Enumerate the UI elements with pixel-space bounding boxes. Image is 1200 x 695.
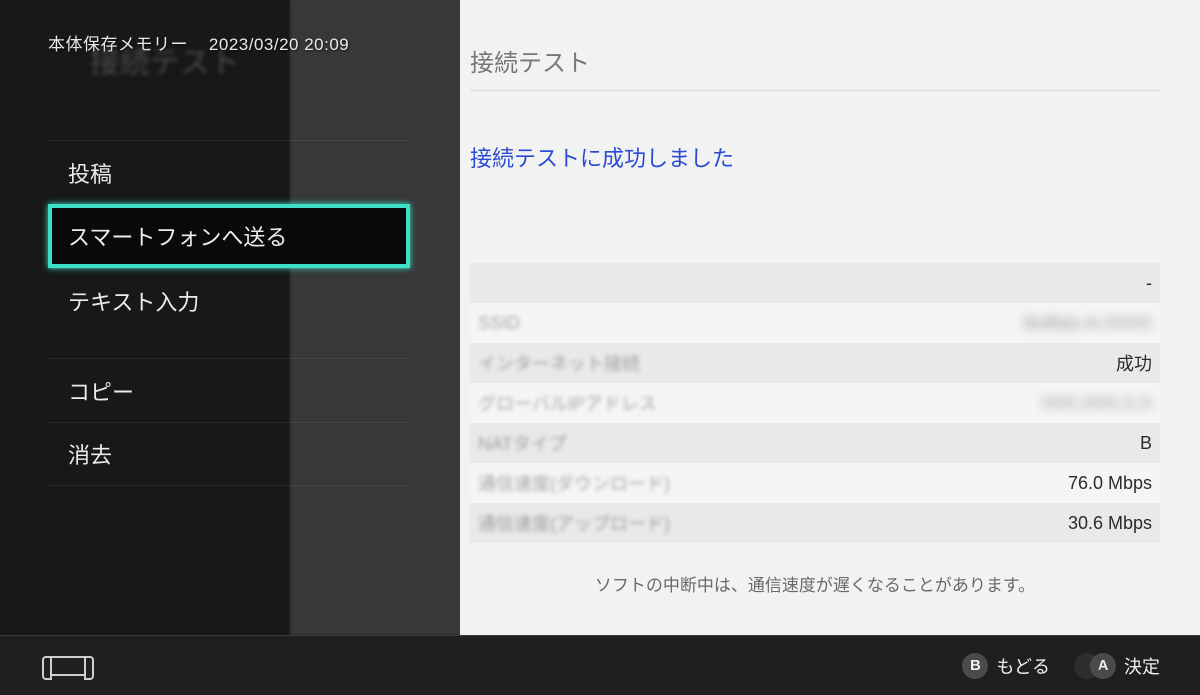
- result-label: インターネット接続: [478, 350, 640, 376]
- menu-item-label: スマートフォンへ送る: [68, 220, 287, 252]
- result-value: Buffalo-A-XXXX: [1024, 313, 1152, 334]
- result-row-nat-type: NATタイプ B: [470, 423, 1160, 463]
- result-row-global-ip: グローバルIPアドレス XXX.XXX.X.X: [470, 383, 1160, 423]
- result-label: NATタイプ: [478, 430, 567, 456]
- result-value: -: [1146, 273, 1152, 294]
- a-button-icon-shadow: [1074, 653, 1100, 679]
- result-value: 成功: [1116, 350, 1152, 376]
- menu-item-label: 投稿: [68, 157, 112, 189]
- menu-text-input[interactable]: テキスト入力: [48, 268, 410, 332]
- result-value: B: [1140, 433, 1152, 454]
- result-value: XXX.XXX.X.X: [1041, 393, 1152, 414]
- menu-send-to-smartphone[interactable]: スマートフォンへ送る: [48, 204, 410, 268]
- footer-left: [48, 656, 88, 676]
- menu-item-label: コピー: [68, 375, 134, 407]
- result-value: 76.0 Mbps: [1068, 473, 1152, 494]
- header: 接続テスト 本体保存メモリー 2023/03/20 20:09: [0, 0, 1200, 100]
- console-icon[interactable]: [48, 656, 88, 676]
- result-label: SSID: [478, 313, 520, 334]
- menu-item-label: 消去: [68, 438, 112, 470]
- menu-delete[interactable]: 消去: [48, 422, 410, 486]
- result-row-internet: インターネット接続 成功: [470, 343, 1160, 383]
- connection-result-table: - SSID Buffalo-A-XXXX インターネット接続 成功 グローバル…: [470, 263, 1160, 543]
- back-hint[interactable]: B もどる: [962, 653, 1050, 679]
- menu-copy[interactable]: コピー: [48, 358, 410, 422]
- b-button-icon: B: [962, 653, 988, 679]
- result-label: 通信速度(アップロード): [478, 510, 670, 536]
- confirm-label: 決定: [1124, 653, 1160, 679]
- result-label: グローバルIPアドレス: [478, 390, 657, 416]
- confirm-hint[interactable]: A 決定: [1074, 653, 1160, 679]
- footer-right: B もどる A 決定: [962, 653, 1160, 679]
- menu-post[interactable]: 投稿: [48, 140, 410, 204]
- result-row-ssid: SSID Buffalo-A-XXXX: [470, 303, 1160, 343]
- result-label: 通信速度(ダウンロード): [478, 470, 670, 496]
- ghost-title: 接続テスト: [90, 38, 240, 82]
- result-row-download-speed: 通信速度(ダウンロード) 76.0 Mbps: [470, 463, 1160, 503]
- result-row-upload-speed: 通信速度(アップロード) 30.6 Mbps: [470, 503, 1160, 543]
- menu-gap: [48, 332, 410, 358]
- result-row: -: [470, 263, 1160, 303]
- menu-item-label: テキスト入力: [68, 285, 199, 317]
- back-label: もどる: [996, 653, 1050, 679]
- album-menu: 投稿スマートフォンへ送るテキスト入力コピー消去: [48, 140, 410, 486]
- footer: B もどる A 決定: [0, 635, 1200, 695]
- screen: 接続テスト 接続テストに成功しました - SSID Buffalo-A-XXXX…: [0, 0, 1200, 695]
- connection-note: ソフトの中断中は、通信速度が遅くなることがあります。: [470, 571, 1160, 596]
- result-value: 30.6 Mbps: [1068, 513, 1152, 534]
- connection-success-message: 接続テストに成功しました: [470, 141, 1160, 173]
